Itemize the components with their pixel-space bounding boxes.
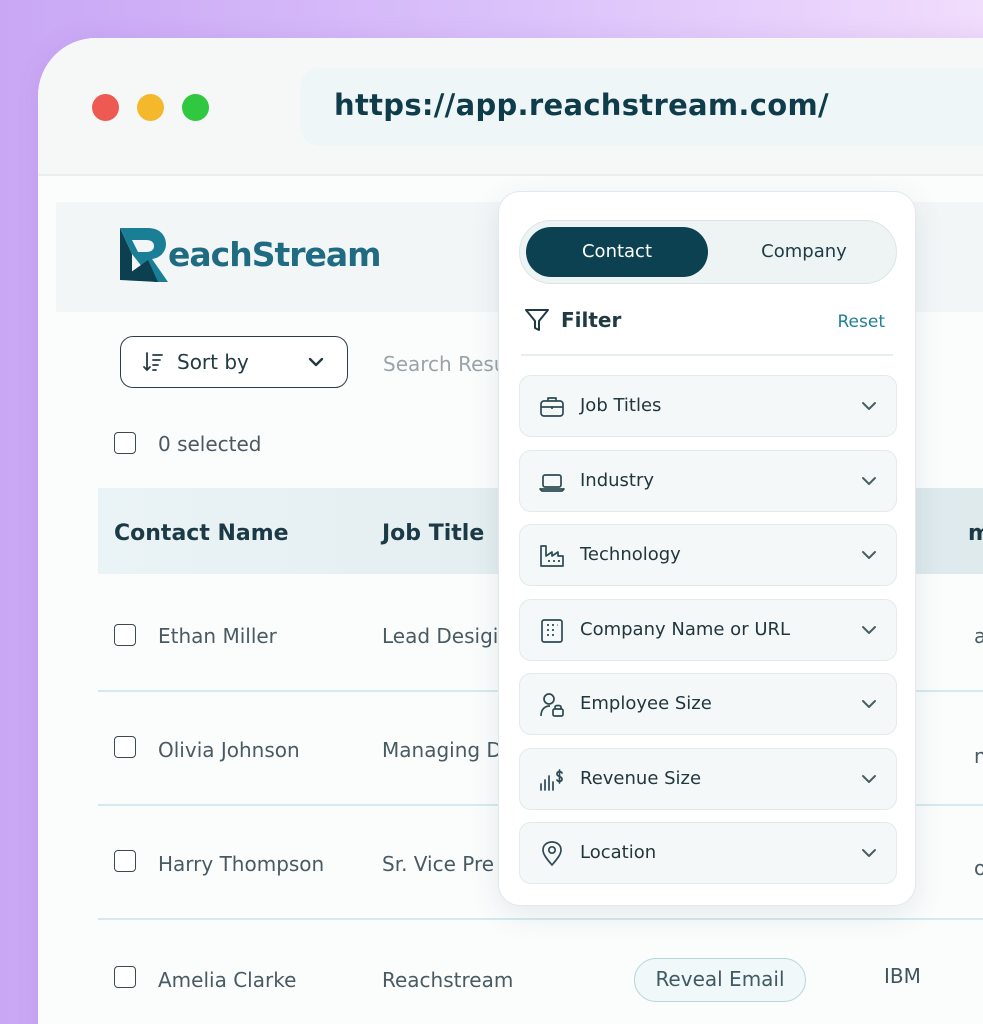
filter-label: Employee Size <box>580 693 712 714</box>
table-row[interactable]: Amelia Clarke Reachstream Reveal Email I… <box>98 920 983 1024</box>
chevron-down-icon <box>862 626 876 634</box>
reveal-email-button[interactable]: Reveal Email <box>634 958 806 1002</box>
row-checkbox[interactable] <box>114 966 136 988</box>
logo-text: eachStream <box>168 234 382 274</box>
filter-revenue-size[interactable]: Revenue Size <box>519 748 897 810</box>
filter-heading: Filter <box>523 306 621 334</box>
filter-label: Technology <box>580 544 681 565</box>
job-title: Lead Desigi <box>382 624 499 648</box>
company-name: oro <box>974 856 983 880</box>
chevron-down-icon <box>308 357 324 367</box>
filter-title: Filter <box>561 308 622 332</box>
job-title: Reachstream <box>382 968 514 992</box>
filter-technology[interactable]: Technology <box>519 524 897 586</box>
selected-count: 0 selected <box>158 432 262 456</box>
contact-name: Harry Thompson <box>158 852 325 876</box>
tab-company[interactable]: Company <box>716 227 892 277</box>
filter-label: Industry <box>580 470 655 491</box>
sort-by-dropdown[interactable]: Sort by <box>120 336 348 388</box>
chevron-down-icon <box>862 402 876 410</box>
row-checkbox[interactable] <box>114 736 136 758</box>
map-pin-icon <box>542 841 562 866</box>
address-bar[interactable]: https://app.reachstream.com/ <box>300 68 983 146</box>
contact-name: Ethan Miller <box>158 624 277 648</box>
building-icon <box>541 619 563 643</box>
filter-job-titles[interactable]: Job Titles <box>519 375 897 437</box>
column-header-contact-name[interactable]: Contact Name <box>114 521 289 546</box>
search-input[interactable]: Search Resu <box>383 352 506 376</box>
laptop-icon <box>539 474 565 492</box>
briefcase-icon <box>540 397 564 417</box>
filter-label: Job Titles <box>580 395 662 416</box>
contact-name: Amelia Clarke <box>158 968 297 992</box>
filter-location[interactable]: Location <box>519 822 897 884</box>
funnel-icon <box>525 309 549 331</box>
revenue-chart-icon <box>540 769 563 791</box>
filter-label: Revenue Size <box>580 768 702 789</box>
factory-icon <box>540 545 564 567</box>
company-name: azon <box>974 624 983 648</box>
job-title: Managing D <box>382 738 502 762</box>
minimize-window-button[interactable] <box>137 94 164 121</box>
column-header-job-title[interactable]: Job Title <box>382 521 484 546</box>
url-text: https://app.reachstream.com/ <box>334 88 829 122</box>
maximize-window-button[interactable] <box>182 94 209 121</box>
contact-company-toggle: Contact Company <box>519 220 897 284</box>
chevron-down-icon <box>862 477 876 485</box>
filter-label: Company Name or URL <box>580 619 791 640</box>
chevron-down-icon <box>862 849 876 857</box>
divider <box>521 354 893 356</box>
tab-contact[interactable]: Contact <box>526 227 708 277</box>
reachstream-logo[interactable]: eachStream <box>118 224 382 284</box>
browser-titlebar: https://app.reachstream.com/ <box>38 38 983 174</box>
filter-employee-size[interactable]: Employee Size <box>519 673 897 735</box>
company-name: nap <box>974 744 983 768</box>
chevron-down-icon <box>862 775 876 783</box>
chevron-down-icon <box>862 700 876 708</box>
sort-icon <box>143 352 163 372</box>
job-title: Sr. Vice Pre <box>382 852 495 876</box>
logo-mark-icon <box>120 228 168 282</box>
sort-by-label: Sort by <box>177 350 249 374</box>
reset-link[interactable]: Reset <box>838 312 886 332</box>
column-header-company[interactable]: mpany <box>968 521 983 546</box>
row-checkbox[interactable] <box>114 624 136 646</box>
contact-name: Olivia Johnson <box>158 738 300 762</box>
filter-industry[interactable]: Industry <box>519 450 897 512</box>
select-all-checkbox[interactable] <box>114 432 136 454</box>
chevron-down-icon <box>862 551 876 559</box>
row-checkbox[interactable] <box>114 850 136 872</box>
company-name: IBM <box>884 964 921 988</box>
filter-label: Location <box>580 842 657 863</box>
close-window-button[interactable] <box>92 94 119 121</box>
user-lock-icon <box>540 693 564 717</box>
filter-company-name-or-url[interactable]: Company Name or URL <box>519 599 897 661</box>
filter-panel: Contact Company Filter Reset Job Titles … <box>498 191 916 906</box>
